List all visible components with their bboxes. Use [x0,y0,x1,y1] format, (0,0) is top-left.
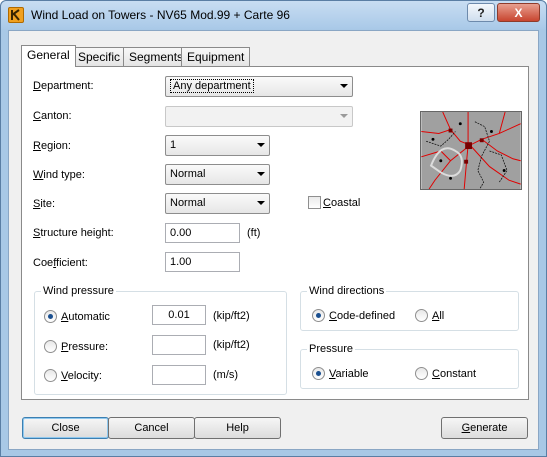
window-title: Wind Load on Towers - NV65 Mod.99 + Cart… [31,8,290,22]
app-logo-icon [8,7,24,23]
dialog-window: Wind Load on Towers - NV65 Mod.99 + Cart… [0,0,547,457]
department-label: Department: [33,80,94,92]
wind-type-value: Normal [170,168,206,180]
automatic-pressure-unit: (kip/ft2) [213,310,250,322]
general-tab-panel: Department: Any department Canton: Regio… [21,66,529,400]
velocity-input[interactable] [152,365,206,385]
pressure-unit: (kip/ft2) [213,339,250,351]
close-button[interactable]: Close [22,417,109,439]
canton-label: Canton: [33,110,72,122]
pressure-type-group: Pressure Variable Constant [300,343,519,389]
site-value: Normal [170,197,206,209]
title-bar[interactable]: Wind Load on Towers - NV65 Mod.99 + Cart… [1,1,546,29]
coastal-checkbox[interactable] [308,196,321,209]
region-label: Region: [33,140,71,152]
structure-height-label: Structure height: [33,227,114,239]
pressure-input[interactable] [152,335,206,355]
cancel-button[interactable]: Cancel [108,417,195,439]
chevron-down-icon [257,201,265,205]
structure-height-unit: (ft) [247,227,261,239]
chevron-down-icon [340,84,348,88]
velocity-radio[interactable] [44,369,57,382]
automatic-pressure-input[interactable]: 0.01 [152,305,206,325]
region-dropdown[interactable]: 1 [165,135,270,156]
tab-general[interactable]: General [21,45,76,67]
velocity-unit: (m/s) [213,369,239,381]
close-title-button[interactable]: X [497,3,540,22]
region-value: 1 [170,139,177,151]
wind-type-label: Wind type: [33,169,85,181]
wind-directions-group: Wind directions Code-defined All [300,285,519,331]
generate-button[interactable]: Generate [441,417,528,439]
coefficient-label: Coefficient: [33,257,88,269]
variable-radio[interactable] [312,367,325,380]
coefficient-input[interactable]: 1.00 [165,252,240,272]
automatic-radio[interactable] [44,310,57,323]
help-title-button[interactable]: ? [467,3,495,22]
dialog-client: General Specific Segments Equipment Depa… [8,30,539,450]
site-dropdown[interactable]: Normal [165,193,270,214]
chevron-down-icon [340,114,348,118]
canton-dropdown[interactable] [165,106,353,127]
wind-pressure-title: Wind pressure [41,285,116,297]
chevron-down-icon [257,172,265,176]
all-directions-radio[interactable] [415,309,428,322]
site-label: Site: [33,198,56,210]
pressure-label: Pressure: [61,341,109,353]
structure-height-input[interactable]: 0.00 [165,223,240,243]
tab-specific[interactable]: Specific [72,47,127,66]
wind-directions-title: Wind directions [307,285,387,297]
region-map-image [420,111,522,190]
constant-radio[interactable] [415,367,428,380]
code-defined-label: Code-defined [329,310,396,322]
coastal-label: Coastal [323,197,361,209]
tab-segments[interactable]: Segments [123,47,190,66]
chevron-down-icon [257,143,265,147]
constant-label: Constant [432,368,477,380]
wind-pressure-group: Wind pressure Automatic 0.01 (kip/ft2) P… [34,285,287,395]
code-defined-radio[interactable] [312,309,325,322]
automatic-label: Automatic [61,311,110,323]
pressure-radio[interactable] [44,340,57,353]
wind-type-dropdown[interactable]: Normal [165,164,270,185]
department-value: Any department [170,79,254,93]
all-directions-label: All [432,310,445,322]
pressure-type-title: Pressure [307,343,356,355]
help-button[interactable]: Help [194,417,281,439]
velocity-label: Velocity: [61,370,102,382]
tab-equipment[interactable]: Equipment [181,47,251,66]
department-dropdown[interactable]: Any department [165,76,353,97]
variable-label: Variable [329,368,369,380]
